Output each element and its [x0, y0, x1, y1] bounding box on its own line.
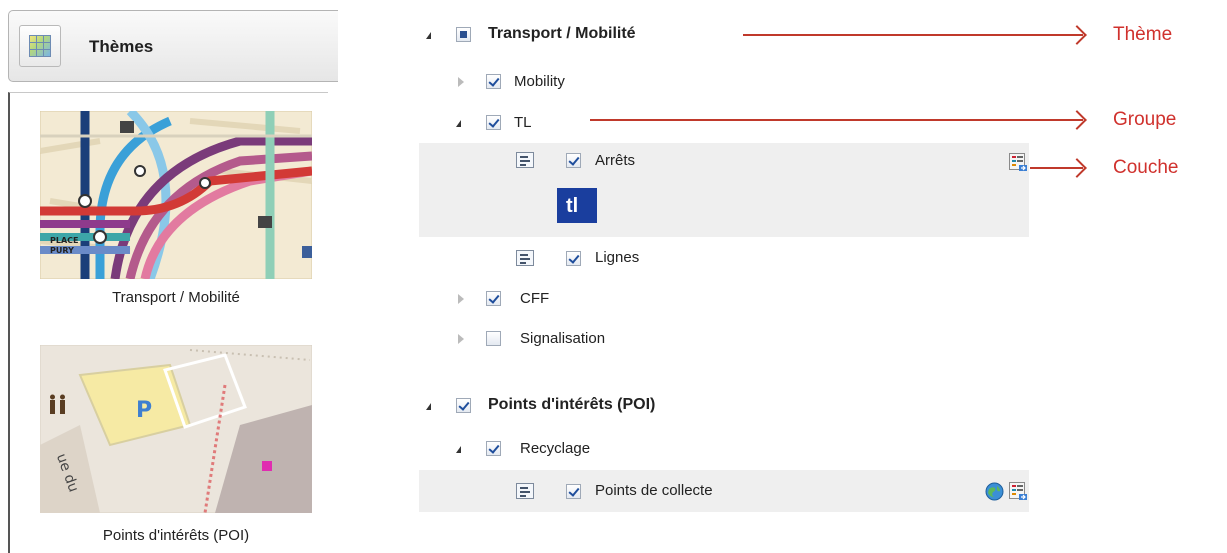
- annotation-arrowhead-layer: [1067, 158, 1087, 178]
- globe-icon[interactable]: [985, 482, 1004, 501]
- theme-label-poi[interactable]: Points d'intérêts (POI): [40, 527, 312, 544]
- annotation-arrowhead-group: [1067, 110, 1087, 130]
- theme-thumbnail-poi[interactable]: P ue du: [40, 345, 312, 513]
- annotation-theme-label: Thème: [1113, 24, 1173, 45]
- themes-panel: PLACE PURY Transport / Mobilité P ue du …: [8, 92, 328, 553]
- layer-arrets-label: Arrêts: [595, 152, 636, 169]
- tree-theme-poi[interactable]: Points d'intérêts (POI): [420, 391, 780, 421]
- tl-logo: tl: [557, 188, 597, 223]
- expand-arrow-icon[interactable]: [458, 77, 464, 87]
- group-recyclage-checkbox[interactable]: [486, 441, 501, 456]
- group-signalisation-label: Signalisation: [520, 330, 606, 347]
- theme-poi-checkbox[interactable]: [456, 398, 471, 413]
- expand-arrow-icon[interactable]: [458, 334, 464, 344]
- themes-title: Thèmes: [89, 37, 154, 56]
- layer-lignes-label: Lignes: [595, 249, 640, 266]
- poi-map-thumbnail: P ue du: [40, 345, 312, 513]
- layer-points-collecte-label: Points de collecte: [595, 482, 713, 499]
- tree-layer-lignes[interactable]: Lignes: [516, 243, 716, 273]
- tree-group-cff[interactable]: CFF: [450, 285, 650, 315]
- group-mobility-checkbox[interactable]: [486, 74, 501, 89]
- collapse-arrow-icon[interactable]: [426, 32, 431, 39]
- annotation-arrowhead-theme: [1067, 25, 1087, 45]
- group-cff-label: CFF: [520, 290, 550, 307]
- group-tl-checkbox[interactable]: [486, 115, 501, 130]
- collapse-arrow-icon[interactable]: [456, 446, 461, 453]
- svg-text:PLACE: PLACE: [50, 236, 79, 245]
- svg-text:PURY: PURY: [50, 246, 74, 255]
- theme-transport-checkbox[interactable]: [456, 27, 471, 42]
- tree-group-recyclage[interactable]: Recyclage: [450, 435, 670, 465]
- tree-theme-transport[interactable]: Transport / Mobilité: [420, 20, 740, 50]
- theme-label-transport[interactable]: Transport / Mobilité: [40, 289, 312, 306]
- layer-points-collecte-row[interactable]: Points de collecte: [419, 470, 1029, 512]
- tree-group-mobility[interactable]: Mobility: [450, 68, 650, 98]
- collapse-arrow-icon[interactable]: [456, 120, 461, 127]
- svg-text:P: P: [136, 398, 152, 423]
- collapse-arrow-icon[interactable]: [426, 403, 431, 410]
- layer-options-icon[interactable]: [1009, 153, 1028, 172]
- group-cff-checkbox[interactable]: [486, 291, 501, 306]
- legend-toggle-icon[interactable]: [516, 152, 534, 168]
- annotation-layer-label: Couche: [1113, 157, 1179, 178]
- themes-header[interactable]: Thèmes: [8, 10, 338, 82]
- theme-transport-label: Transport / Mobilité: [488, 25, 636, 42]
- layer-options-icon[interactable]: [1009, 482, 1028, 501]
- annotation-group-label: Groupe: [1113, 109, 1177, 130]
- annotation-arrow-theme: [743, 34, 1083, 36]
- group-mobility-label: Mobility: [514, 73, 565, 90]
- group-recyclage-label: Recyclage: [520, 440, 591, 457]
- theme-poi-label: Points d'intérêts (POI): [488, 396, 656, 413]
- layer-arrets-row[interactable]: Arrêts tl: [419, 143, 1029, 237]
- expand-arrow-icon[interactable]: [458, 294, 464, 304]
- group-signalisation-checkbox[interactable]: [486, 331, 501, 346]
- group-tl-label: TL: [514, 114, 532, 131]
- annotation-arrow-group: [590, 119, 1083, 121]
- legend-toggle-icon[interactable]: [516, 250, 534, 266]
- layer-points-collecte-checkbox[interactable]: [566, 484, 581, 499]
- legend-toggle-icon[interactable]: [516, 483, 534, 499]
- themes-icon: [19, 25, 61, 67]
- tree-group-signalisation[interactable]: Signalisation: [450, 325, 670, 355]
- layer-lignes-checkbox[interactable]: [566, 251, 581, 266]
- layer-arrets-checkbox[interactable]: [566, 153, 581, 168]
- theme-thumbnail-transport[interactable]: PLACE PURY: [40, 111, 312, 279]
- tree-group-tl[interactable]: TL: [450, 109, 650, 139]
- transport-map-thumbnail: PLACE PURY: [40, 111, 312, 279]
